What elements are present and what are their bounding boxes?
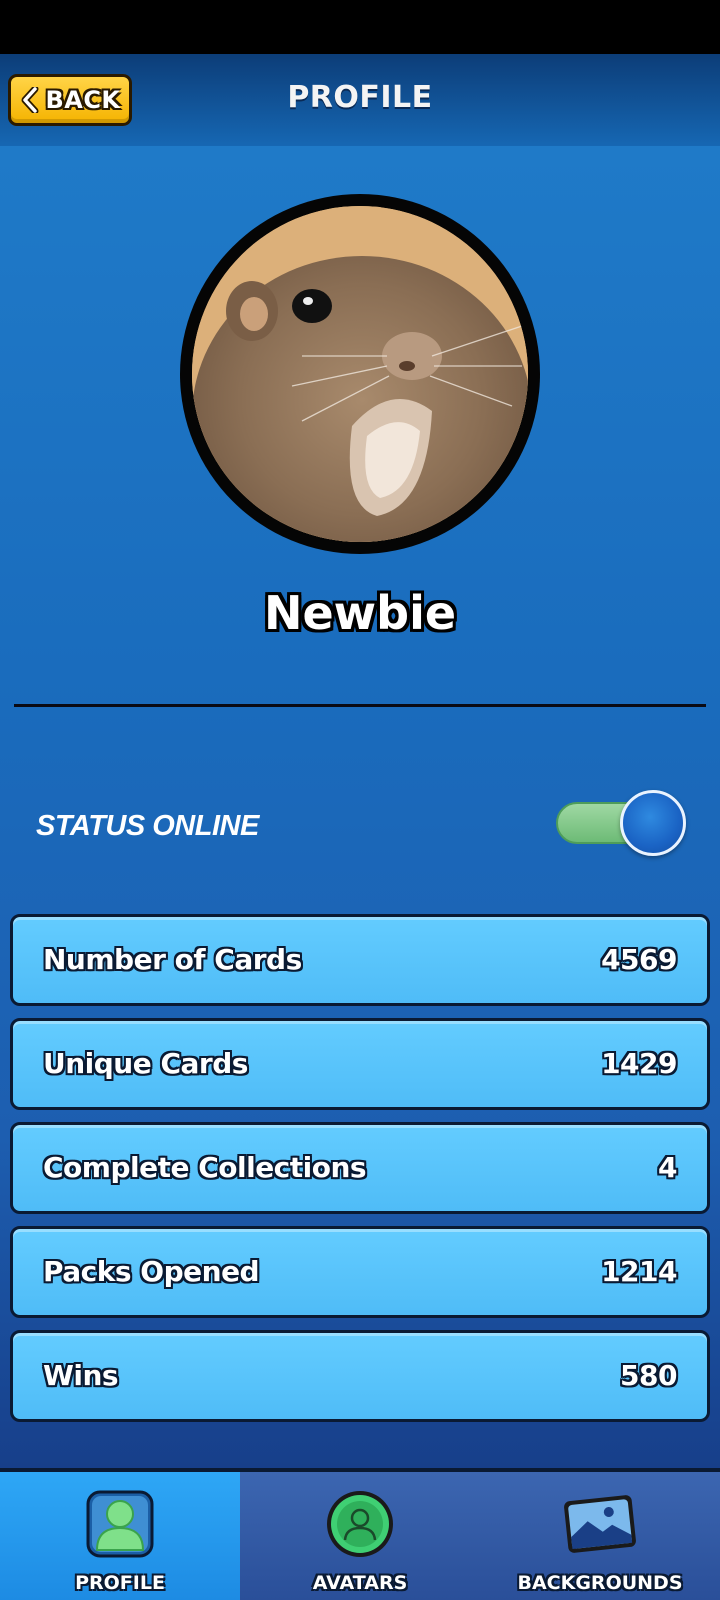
tab-backgrounds[interactable]: BACKGROUNDS xyxy=(480,1472,720,1600)
bottom-tab-bar: PROFILE AVATARS BACKGROUNDS xyxy=(0,1468,720,1600)
stat-value: 1214 xyxy=(601,1255,677,1288)
tab-label: BACKGROUNDS xyxy=(517,1572,683,1594)
system-status-bar xyxy=(0,0,720,54)
status-online-toggle[interactable] xyxy=(556,790,686,856)
stat-label: Complete Collections xyxy=(43,1151,367,1184)
stat-row-number-of-cards: Number of Cards 4569 xyxy=(10,914,710,1006)
person-icon xyxy=(80,1486,160,1562)
profile-content: Newbie STATUS ONLINE Number of Cards 456… xyxy=(0,146,720,1468)
stat-row-unique-cards: Unique Cards 1429 xyxy=(10,1018,710,1110)
stat-value: 4569 xyxy=(601,943,677,976)
stat-label: Packs Opened xyxy=(43,1255,260,1288)
stat-value: 4 xyxy=(658,1151,677,1184)
avatar xyxy=(180,194,540,554)
divider xyxy=(14,704,706,707)
stat-row-wins: Wins 580 xyxy=(10,1330,710,1422)
status-online-row: STATUS ONLINE xyxy=(36,790,686,856)
tab-avatars[interactable]: AVATARS xyxy=(240,1472,480,1600)
stats-list: Number of Cards 4569 Unique Cards 1429 C… xyxy=(10,914,710,1434)
stat-row-complete-collections: Complete Collections 4 xyxy=(10,1122,710,1214)
username: Newbie xyxy=(263,586,457,640)
tab-label: AVATARS xyxy=(312,1572,408,1594)
landscape-picture-icon xyxy=(560,1486,640,1562)
stat-value: 580 xyxy=(620,1359,677,1392)
avatar-circle-icon xyxy=(320,1486,400,1562)
stat-label: Unique Cards xyxy=(43,1047,248,1080)
tab-label: PROFILE xyxy=(75,1572,165,1594)
ground-squirrel-photo xyxy=(192,206,528,542)
status-label: STATUS ONLINE xyxy=(36,810,259,842)
stat-label: Number of Cards xyxy=(43,943,302,976)
top-header: BACK PROFILE xyxy=(0,54,720,146)
toggle-knob xyxy=(620,790,686,856)
stat-value: 1429 xyxy=(601,1047,677,1080)
page-title: PROFILE xyxy=(287,80,433,115)
stat-label: Wins xyxy=(43,1359,119,1392)
stat-row-packs-opened: Packs Opened 1214 xyxy=(10,1226,710,1318)
tab-profile[interactable]: PROFILE xyxy=(0,1472,240,1600)
